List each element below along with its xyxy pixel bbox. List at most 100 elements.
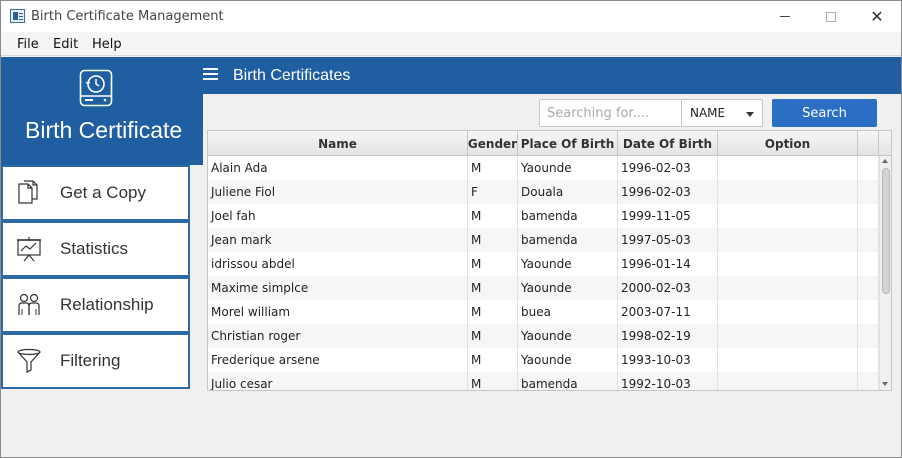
cell-date: 2003-07-11 — [618, 300, 718, 324]
cell-name: Alain Ada — [208, 156, 468, 180]
cell-gender: M — [468, 252, 518, 276]
table-row[interactable]: Joel fah M bamenda 1999-11-05 — [208, 204, 879, 228]
column-header-option[interactable]: Option — [718, 131, 858, 156]
scroll-down-icon[interactable] — [882, 382, 888, 386]
menu-file[interactable]: File — [17, 37, 39, 52]
search-field-select[interactable]: NAME — [681, 99, 763, 127]
cell-date: 1996-01-14 — [618, 252, 718, 276]
column-header-date[interactable]: Date Of Birth — [618, 131, 718, 156]
search-button[interactable]: Search — [772, 99, 877, 127]
chevron-down-icon — [746, 112, 754, 117]
cell-gender: M — [468, 348, 518, 372]
sidebar-header: Birth Certificate — [1, 57, 203, 165]
search-field-value: NAME — [690, 106, 726, 120]
cell-option — [718, 252, 858, 276]
cell-filler — [858, 156, 879, 180]
cell-filler — [858, 180, 879, 204]
certificates-table: Name Gender Place Of Birth Date Of Birth… — [207, 130, 892, 391]
minimize-icon — [780, 16, 790, 17]
sidebar-item-relationship[interactable]: Relationship — [1, 277, 190, 333]
funnel-icon — [17, 348, 41, 373]
documents-icon — [18, 180, 38, 204]
cell-gender: M — [468, 228, 518, 252]
cell-name: Jean mark — [208, 228, 468, 252]
cell-gender: M — [468, 300, 518, 324]
table-row[interactable]: Christian roger M Yaounde 1998-02-19 — [208, 324, 879, 348]
minimize-button[interactable] — [762, 1, 808, 32]
cell-name: Maxime simplce — [208, 276, 468, 300]
table-row[interactable]: Maxime simplce M Yaounde 2000-02-03 — [208, 276, 879, 300]
brand-title: Birth Certificate — [25, 117, 183, 143]
cell-option — [718, 276, 858, 300]
cell-name: Morel william — [208, 300, 468, 324]
column-header-gender[interactable]: Gender — [468, 131, 518, 156]
cell-place: Yaounde — [518, 324, 618, 348]
column-header-name[interactable]: Name — [208, 131, 468, 156]
cell-gender: M — [468, 156, 518, 180]
column-header-filler — [858, 131, 879, 156]
cell-gender: M — [468, 372, 518, 390]
cell-filler — [858, 300, 879, 324]
cell-place: bamenda — [518, 204, 618, 228]
table-scrollbar[interactable] — [879, 156, 891, 390]
cell-gender: F — [468, 180, 518, 204]
sidebar-item-label: Statistics — [60, 239, 129, 258]
close-button[interactable]: ✕ — [854, 1, 900, 32]
table-header: Name Gender Place Of Birth Date Of Birth… — [208, 131, 891, 156]
table-row[interactable]: Julio cesar M bamenda 1992-10-03 — [208, 372, 879, 390]
table-row[interactable]: Frederique arsene M Yaounde 1993-10-03 — [208, 348, 879, 372]
search-input[interactable] — [539, 99, 682, 127]
chart-board-icon — [17, 237, 41, 262]
hamburger-icon[interactable] — [203, 68, 218, 81]
maximize-button[interactable] — [808, 1, 854, 32]
cell-place: Douala — [518, 180, 618, 204]
cell-date: 2000-02-03 — [618, 276, 718, 300]
table-row[interactable]: Alain Ada M Yaounde 1996-02-03 — [208, 156, 879, 180]
title-bar[interactable]: Birth Certificate Management ✕ — [1, 1, 901, 32]
table-row[interactable]: Jean mark M bamenda 1997-05-03 — [208, 228, 879, 252]
menu-help[interactable]: Help — [92, 37, 122, 52]
table-body: Alain Ada M Yaounde 1996-02-03 Juliene F… — [208, 156, 879, 390]
cell-name: Juliene Fiol — [208, 180, 468, 204]
header-bar: Birth Certificates — [190, 57, 901, 94]
cell-place: buea — [518, 300, 618, 324]
cell-option — [718, 204, 858, 228]
table-row[interactable]: idrissou abdel M Yaounde 1996-01-14 — [208, 252, 879, 276]
cell-filler — [858, 276, 879, 300]
sidebar-item-statistics[interactable]: Statistics — [1, 221, 190, 277]
drive-clock-icon — [79, 69, 113, 107]
table-row[interactable]: Juliene Fiol F Douala 1996-02-03 — [208, 180, 879, 204]
cell-place: bamenda — [518, 228, 618, 252]
cell-place: Yaounde — [518, 156, 618, 180]
table-row[interactable]: Morel william M buea 2003-07-11 — [208, 300, 879, 324]
cell-place: Yaounde — [518, 276, 618, 300]
cell-date: 1996-02-03 — [618, 180, 718, 204]
column-header-place[interactable]: Place Of Birth — [518, 131, 618, 156]
cell-option — [718, 372, 858, 390]
maximize-icon — [826, 11, 836, 22]
window-title: Birth Certificate Management — [31, 9, 224, 24]
cell-name: idrissou abdel — [208, 252, 468, 276]
people-icon — [18, 293, 40, 315]
cell-date: 1997-05-03 — [618, 228, 718, 252]
cell-name: Christian roger — [208, 324, 468, 348]
cell-filler — [858, 204, 879, 228]
cell-filler — [858, 324, 879, 348]
scroll-up-icon[interactable] — [882, 159, 888, 163]
sidebar-item-get-a-copy[interactable]: Get a Copy — [1, 165, 190, 221]
cell-gender: M — [468, 204, 518, 228]
cell-place: Yaounde — [518, 252, 618, 276]
sidebar-item-label: Get a Copy — [60, 183, 146, 202]
cell-gender: M — [468, 276, 518, 300]
cell-option — [718, 348, 858, 372]
cell-gender: M — [468, 324, 518, 348]
cell-option — [718, 324, 858, 348]
cell-option — [718, 180, 858, 204]
page-title: Birth Certificates — [233, 67, 351, 84]
app-icon — [10, 9, 25, 23]
menu-edit[interactable]: Edit — [53, 37, 78, 52]
sidebar-item-filtering[interactable]: Filtering — [1, 333, 190, 389]
scroll-thumb[interactable] — [882, 168, 890, 294]
cell-date: 1993-10-03 — [618, 348, 718, 372]
cell-filler — [858, 252, 879, 276]
